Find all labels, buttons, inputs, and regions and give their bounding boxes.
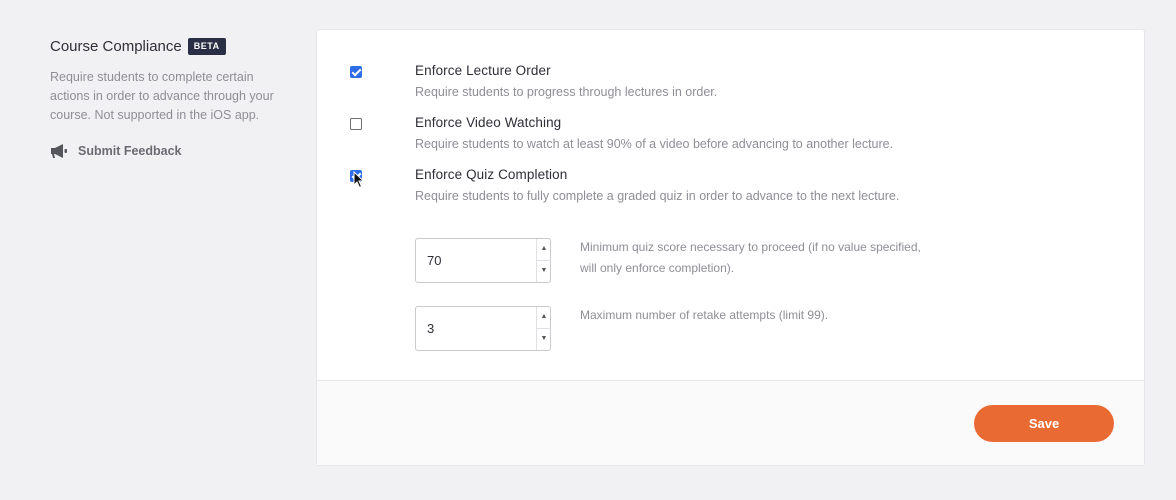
submit-feedback-label: Submit Feedback <box>78 144 182 158</box>
option-title: Enforce Lecture Order <box>415 63 551 78</box>
settings-sidebar: Course Compliance BETA Require students … <box>50 38 290 159</box>
megaphone-icon <box>50 143 68 159</box>
min-quiz-score-hint: Minimum quiz score necessary to proceed … <box>580 240 921 275</box>
increment-icon[interactable]: ▲ <box>537 307 551 329</box>
max-retake-attempts-input[interactable]: 3 ▲ ▼ <box>415 306 551 351</box>
min-quiz-score-stepper[interactable]: ▲ ▼ <box>536 239 551 283</box>
mouse-cursor-icon <box>353 171 365 189</box>
min-quiz-score-value: 70 <box>427 253 442 268</box>
option-description: Require students to watch at least 90% o… <box>415 137 894 151</box>
submit-feedback-link[interactable]: Submit Feedback <box>50 143 290 159</box>
enforce-lecture-order-checkbox[interactable] <box>350 66 362 78</box>
max-retake-attempts-value: 3 <box>427 321 435 336</box>
decrement-icon[interactable]: ▼ <box>537 329 551 351</box>
min-quiz-score-input[interactable]: 70 ▲ ▼ <box>415 238 551 283</box>
enforce-video-watching-checkbox[interactable] <box>350 118 362 130</box>
max-retake-attempts-stepper[interactable]: ▲ ▼ <box>536 307 551 351</box>
save-button[interactable]: Save <box>974 405 1114 442</box>
section-description: Require students to complete certain act… <box>50 70 274 122</box>
option-title: Enforce Video Watching <box>415 115 562 130</box>
increment-icon[interactable]: ▲ <box>537 239 551 261</box>
option-description: Require students to fully complete a gra… <box>415 189 900 203</box>
card-body: Enforce Lecture Order Require students t… <box>317 30 1144 381</box>
option-title: Enforce Quiz Completion <box>415 167 568 182</box>
card-footer: Save <box>317 380 1144 465</box>
option-description: Require students to progress through lec… <box>415 85 718 99</box>
compliance-settings-card: Enforce Lecture Order Require students t… <box>316 29 1145 466</box>
decrement-icon[interactable]: ▼ <box>537 261 551 283</box>
beta-badge: BETA <box>187 38 226 55</box>
section-title: Course Compliance <box>50 38 182 55</box>
max-retake-attempts-hint: Maximum number of retake attempts (limit… <box>580 308 829 322</box>
section-header: Course Compliance BETA <box>50 38 290 55</box>
